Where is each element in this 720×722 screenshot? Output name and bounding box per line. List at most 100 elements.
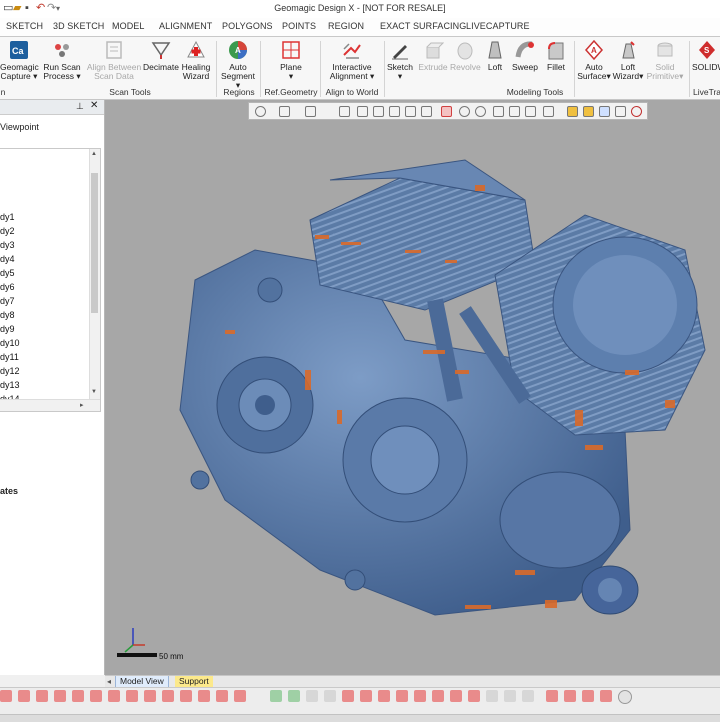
select-point-icon[interactable] xyxy=(144,690,156,702)
show-annotation-icon[interactable] xyxy=(486,690,498,702)
geomagic-capture-button[interactable]: Ca Geomagic Capture ▾ xyxy=(0,39,39,81)
scroll-down-icon[interactable]: ▼ xyxy=(91,389,97,395)
menu-tab-bar: SKETCH 3D SKETCH MODEL ALIGNMENT POLYGON… xyxy=(0,18,720,37)
show-surface-icon[interactable] xyxy=(324,690,336,702)
tab-livecapture[interactable]: LIVECAPTURE xyxy=(466,21,530,31)
select-curve-icon[interactable] xyxy=(162,690,174,702)
tree-item[interactable]: dy1 xyxy=(0,212,15,222)
tab-support[interactable]: Support xyxy=(175,676,213,687)
tree-item[interactable]: dy7 xyxy=(0,296,15,306)
select-edge-icon[interactable] xyxy=(54,690,66,702)
group-label-regions: Regions xyxy=(223,87,255,97)
auto-surface-icon: A xyxy=(584,39,604,61)
vertical-scrollbar[interactable]: ▲ ▼ xyxy=(89,149,100,399)
filter-icon[interactable] xyxy=(0,690,12,702)
show-region-icon[interactable] xyxy=(378,690,390,702)
healing-wizard-button[interactable]: Healing Wizard xyxy=(180,39,212,81)
select-solid-icon[interactable] xyxy=(234,690,246,702)
tree-item[interactable]: dy4 xyxy=(0,254,15,264)
tab-exact-surfacing[interactable]: EXACT SURFACING xyxy=(380,21,466,31)
tab-polygons[interactable]: POLYGONS xyxy=(222,21,273,31)
decimate-button[interactable]: Decimate xyxy=(143,39,179,72)
close-icon[interactable]: ✕ xyxy=(90,100,98,111)
left-panel: ⊥ ✕ Viewpoint dy1 dy2 dy3 dy4 dy5 dy6 dy… xyxy=(0,100,105,675)
tree-item[interactable]: dy8 xyxy=(0,310,15,320)
properties-label: ates xyxy=(0,486,19,496)
show-grid-icon[interactable] xyxy=(522,690,534,702)
show-mesh-icon[interactable] xyxy=(288,690,300,702)
scan-process-icon xyxy=(55,44,69,57)
scroll-thumb[interactable] xyxy=(91,173,98,313)
sweep-button[interactable]: Sweep xyxy=(510,39,540,72)
plane-button[interactable]: Plane ▾ xyxy=(268,39,314,81)
tree-item[interactable]: dy2 xyxy=(0,226,15,236)
extrude-button[interactable]: Extrude xyxy=(418,39,448,72)
tree-item[interactable]: dy9 xyxy=(0,324,15,334)
show-plane-icon[interactable] xyxy=(414,690,426,702)
tree-item[interactable]: dy3 xyxy=(0,240,15,250)
clip-tool-icon[interactable] xyxy=(600,690,612,702)
tab-alignment[interactable]: ALIGNMENT xyxy=(159,21,212,31)
3d-viewport[interactable]: 50 mm xyxy=(105,100,720,675)
tab-model[interactable]: MODEL xyxy=(112,21,145,31)
sketch-button[interactable]: Sketch ▾ xyxy=(386,39,414,81)
show-sketch-icon[interactable] xyxy=(342,690,354,702)
select-axis-icon[interactable] xyxy=(198,690,210,702)
select-surface-icon[interactable] xyxy=(216,690,228,702)
show-measure-icon[interactable] xyxy=(450,690,462,702)
select-region-icon[interactable] xyxy=(90,690,102,702)
select-mesh-icon[interactable] xyxy=(18,690,30,702)
tree-item[interactable]: dy10 xyxy=(0,338,20,348)
section-viewpoint[interactable]: Viewpoint xyxy=(0,122,39,132)
run-scan-process-button[interactable]: Run Scan Process ▾ xyxy=(42,39,82,81)
capture-icon: Ca xyxy=(10,41,28,59)
interactive-alignment-button[interactable]: Interactive Alignment ▾ xyxy=(324,39,380,81)
tab-scroll-left-icon[interactable]: ◂ xyxy=(103,676,115,687)
ribbon-separator xyxy=(689,41,690,97)
tree-item[interactable]: dy12 xyxy=(0,366,20,376)
tab-region[interactable]: REGION xyxy=(328,21,364,31)
engine-scan-model[interactable] xyxy=(105,100,720,675)
show-points-icon[interactable] xyxy=(306,690,318,702)
pin-icon[interactable]: ⊥ xyxy=(76,101,84,112)
loft-button[interactable]: Loft xyxy=(482,39,508,72)
show-model-icon[interactable] xyxy=(270,690,282,702)
tab-3d-sketch[interactable]: 3D SKETCH xyxy=(53,21,104,31)
scale-bar xyxy=(117,653,157,657)
select-plane-icon[interactable] xyxy=(180,690,192,702)
auto-surface-button[interactable]: A Auto Surface▾ xyxy=(577,39,611,81)
tab-sketch[interactable]: SKETCH xyxy=(6,21,43,31)
tree-item[interactable]: dy5 xyxy=(0,268,15,278)
solidworks-button[interactable]: S SOLIDW xyxy=(692,39,720,72)
decimate-icon xyxy=(151,42,171,59)
section-tool-icon[interactable] xyxy=(582,690,594,702)
select-body-icon[interactable] xyxy=(108,690,120,702)
show-ref-geometry-icon[interactable] xyxy=(360,690,372,702)
options-icon[interactable] xyxy=(618,690,632,704)
align-scans-icon xyxy=(106,41,122,59)
tab-points[interactable]: POINTS xyxy=(282,21,316,31)
align-between-scan-data-button[interactable]: Align Between Scan Data xyxy=(85,39,143,81)
tree-item[interactable]: dy6 xyxy=(0,282,15,292)
show-vector-icon[interactable] xyxy=(432,690,444,702)
select-sketch-icon[interactable] xyxy=(126,690,138,702)
solid-primitive-button[interactable]: Solid Primitive▾ xyxy=(646,39,684,81)
show-dimension-icon[interactable] xyxy=(504,690,516,702)
loft-wizard-button[interactable]: Loft Wizard▾ xyxy=(611,39,645,81)
select-face-icon[interactable] xyxy=(36,690,48,702)
revolve-button[interactable]: Revolve xyxy=(450,39,481,72)
scroll-up-icon[interactable]: ▲ xyxy=(91,151,97,157)
measure-tool-icon[interactable] xyxy=(564,690,576,702)
snap-icon[interactable] xyxy=(546,690,558,702)
solidworks-icon: S xyxy=(699,41,715,59)
ribbon: Ca Geomagic Capture ▾ Run Scan Process ▾ A… xyxy=(0,37,720,100)
show-deviation-icon[interactable] xyxy=(468,690,480,702)
horizontal-scrollbar[interactable]: ▸ xyxy=(0,399,100,411)
tree-item[interactable]: dy13 xyxy=(0,380,20,390)
fillet-button[interactable]: Fillet xyxy=(542,39,570,72)
tree-item[interactable]: dy11 xyxy=(0,352,19,362)
scroll-right-icon[interactable]: ▸ xyxy=(80,401,84,409)
select-vertex-icon[interactable] xyxy=(72,690,84,702)
auto-segment-button[interactable]: A Auto Segment ▾ xyxy=(220,39,256,90)
show-curve-icon[interactable] xyxy=(396,690,408,702)
